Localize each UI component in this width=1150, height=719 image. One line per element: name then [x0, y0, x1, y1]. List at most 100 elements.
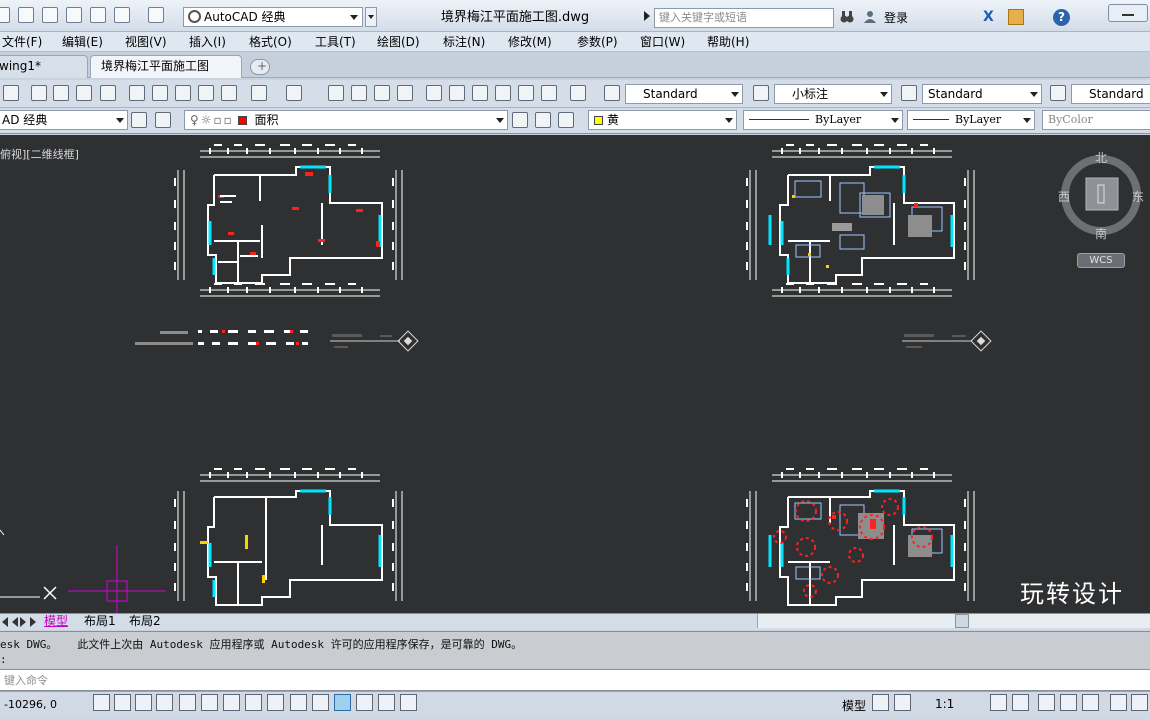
layer-dropdown[interactable]: ♀☼▫▫ 面积: [184, 110, 508, 130]
selection-cycling-icon[interactable]: [378, 694, 395, 711]
viewcube[interactable]: 北 南 东 西: [1058, 151, 1144, 242]
save-as-icon[interactable]: [66, 7, 82, 23]
save-icon[interactable]: [42, 7, 58, 23]
menu-dimension[interactable]: 标注(N): [443, 32, 485, 52]
menu-format[interactable]: 格式(O): [249, 32, 292, 52]
ortho-mode-icon[interactable]: [156, 694, 173, 711]
floor-plan-1[interactable]: [173, 143, 403, 297]
app-store-icon[interactable]: [1008, 9, 1024, 25]
drawing-canvas[interactable]: [0, 135, 1150, 613]
print-icon[interactable]: [90, 7, 106, 23]
workspace-dropdown[interactable]: AutoCAD 经典: [183, 7, 363, 27]
sheet-set-icon[interactable]: [495, 85, 511, 101]
quick-view-layouts-icon[interactable]: [872, 694, 889, 711]
menu-insert[interactable]: 插入(I): [189, 32, 226, 52]
workspace-dropdown-2[interactable]: AD 经典: [0, 110, 128, 130]
quickcalc-icon[interactable]: [541, 85, 557, 101]
floor-plan-3[interactable]: [173, 467, 403, 606]
infer-constraints-icon[interactable]: [93, 694, 110, 711]
compass-south-label[interactable]: 南: [1095, 225, 1107, 242]
match-properties-icon[interactable]: [198, 85, 214, 101]
text-style-dropdown[interactable]: Standard: [625, 84, 743, 104]
exchange-icon[interactable]: X: [983, 10, 999, 24]
dim-style-icon[interactable]: [753, 85, 769, 101]
clean-screen-icon[interactable]: [1131, 694, 1148, 711]
zoom-window-icon[interactable]: [374, 85, 390, 101]
undo-icon[interactable]: [114, 7, 130, 23]
redo-icon[interactable]: [148, 7, 164, 23]
model-space-button[interactable]: 模型: [842, 697, 866, 714]
plotstyle-dropdown[interactable]: ByColor: [1042, 110, 1150, 130]
layer-states-icon[interactable]: [558, 112, 574, 128]
new-icon[interactable]: [0, 7, 10, 23]
menu-file[interactable]: 文件(F): [2, 32, 42, 52]
menu-window[interactable]: 窗口(W): [640, 32, 685, 52]
quick-properties-icon[interactable]: [356, 694, 373, 711]
markup-icon[interactable]: [518, 85, 534, 101]
menu-help[interactable]: 帮助(H): [707, 32, 749, 52]
make-layer-current-icon[interactable]: [512, 112, 528, 128]
dynamic-ucs-icon[interactable]: [267, 694, 284, 711]
object-snap-tracking-icon[interactable]: [245, 694, 262, 711]
menu-parametric[interactable]: 参数(P): [577, 32, 618, 52]
layer-manager-icon[interactable]: [155, 112, 171, 128]
polar-tracking-icon[interactable]: [179, 694, 196, 711]
scrollbar-thumb[interactable]: [955, 614, 969, 628]
help-icon[interactable]: ?: [1053, 9, 1070, 26]
layer-previous-icon[interactable]: [535, 112, 551, 128]
block-editor-icon[interactable]: [221, 85, 237, 101]
grid-display-icon[interactable]: [135, 694, 152, 711]
tool-palettes-icon[interactable]: [472, 85, 488, 101]
tab-drawing1[interactable]: wing1*: [0, 55, 88, 78]
lock-icon[interactable]: [1060, 694, 1077, 711]
tab-layout2[interactable]: 布局2: [123, 614, 167, 629]
zoom-previous-icon[interactable]: [397, 85, 413, 101]
menu-modify[interactable]: 修改(M): [508, 32, 552, 52]
help-icon[interactable]: [570, 85, 586, 101]
linetype-dropdown[interactable]: ByLayer: [743, 110, 903, 130]
zoom-realtime-icon[interactable]: [351, 85, 367, 101]
print-icon[interactable]: [31, 85, 47, 101]
snap-mode-icon[interactable]: [114, 694, 131, 711]
next-layout-icon[interactable]: [20, 617, 28, 627]
menu-draw[interactable]: 绘图(D): [377, 32, 420, 52]
lineweight-icon[interactable]: [312, 694, 329, 711]
wcs-menu[interactable]: WCS: [1077, 253, 1125, 268]
print-preview-icon[interactable]: [53, 85, 69, 101]
save-icon[interactable]: [3, 85, 19, 101]
cut-icon[interactable]: [129, 85, 145, 101]
hardware-acceleration-icon[interactable]: [1082, 694, 1099, 711]
first-layout-icon[interactable]: [0, 617, 8, 627]
tab-layout1[interactable]: 布局1: [78, 614, 122, 629]
horizontal-scrollbar[interactable]: [757, 614, 1150, 628]
last-layout-icon[interactable]: [30, 617, 38, 627]
color-dropdown[interactable]: 黄: [588, 110, 737, 130]
drawing-viewport[interactable]: 俯视][二维线框] 北 南 东 西 WCS 玩转设计: [0, 135, 1150, 613]
undo-icon[interactable]: [251, 85, 267, 101]
workspace-settings-icon[interactable]: [131, 112, 147, 128]
paste-icon[interactable]: [175, 85, 191, 101]
lineweight-dropdown[interactable]: ByLayer: [907, 110, 1035, 130]
compass-north-label[interactable]: 北: [1095, 149, 1107, 166]
3d-dwf-icon[interactable]: [100, 85, 116, 101]
isolate-objects-icon[interactable]: [1110, 694, 1127, 711]
search-input[interactable]: 键入关键字或短语: [654, 8, 834, 28]
dynamic-input-icon[interactable]: [290, 694, 307, 711]
login-button[interactable]: 登录: [884, 9, 908, 26]
command-input[interactable]: [0, 669, 1150, 691]
annotation-visibility-icon[interactable]: [990, 694, 1007, 711]
copy-icon[interactable]: [152, 85, 168, 101]
prev-layout-icon[interactable]: [10, 617, 18, 627]
annotation-monitor-icon[interactable]: [400, 694, 417, 711]
new-tab-button[interactable]: [250, 59, 270, 75]
properties-icon[interactable]: [426, 85, 442, 101]
quick-view-drawings-icon[interactable]: [894, 694, 911, 711]
table-style-icon[interactable]: [901, 85, 917, 101]
menu-tools[interactable]: 工具(T): [315, 32, 356, 52]
binoculars-icon[interactable]: [840, 10, 854, 24]
menu-edit[interactable]: 编辑(E): [62, 32, 103, 52]
object-snap-icon[interactable]: [201, 694, 218, 711]
compass-east-label[interactable]: 东: [1132, 188, 1144, 205]
mleader-style-dropdown[interactable]: Standard: [1071, 84, 1150, 104]
3d-object-snap-icon[interactable]: [223, 694, 240, 711]
